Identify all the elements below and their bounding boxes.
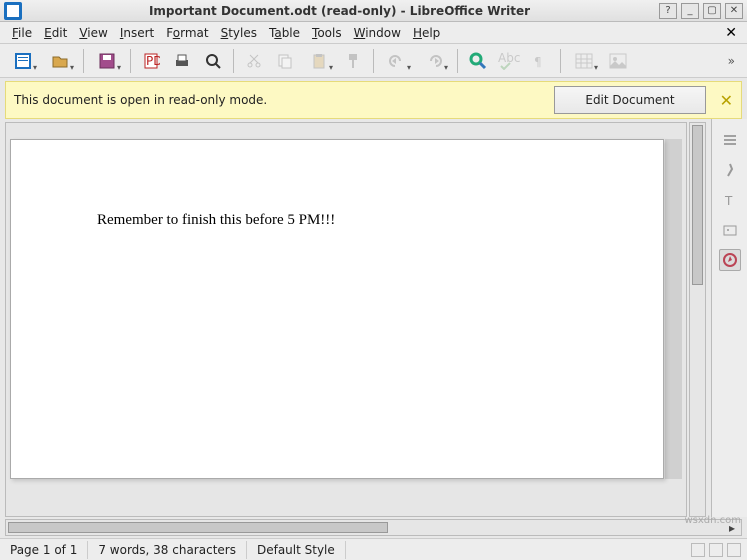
menu-view[interactable]: View — [73, 24, 113, 42]
print-preview-button[interactable] — [199, 47, 227, 75]
cut-button — [240, 47, 268, 75]
menu-help[interactable]: Help — [407, 24, 446, 42]
sidebar-text-icon[interactable]: T — [719, 189, 741, 211]
menu-edit[interactable]: Edit — [38, 24, 73, 42]
clone-formatting-button — [339, 47, 367, 75]
horizontal-scrollbar[interactable]: ▸ — [5, 519, 742, 536]
minimize-button[interactable]: _ — [681, 3, 699, 19]
insert-table-button — [567, 47, 601, 75]
workspace: Remember to finish this before 5 PM!!! T — [0, 119, 747, 517]
app-icon — [4, 2, 22, 20]
statusbar: Page 1 of 1 7 words, 38 characters Defau… — [0, 538, 747, 560]
close-document-button[interactable]: ✕ — [721, 25, 741, 41]
svg-text:PDF: PDF — [146, 54, 160, 68]
print-button[interactable] — [168, 47, 196, 75]
sidebar-properties-icon[interactable] — [719, 129, 741, 151]
toolbar-separator — [560, 49, 561, 73]
toolbar-separator — [83, 49, 84, 73]
svg-text:¶: ¶ — [534, 55, 542, 69]
save-button[interactable] — [90, 47, 124, 75]
undo-button — [380, 47, 414, 75]
vertical-scroll-thumb[interactable] — [692, 125, 703, 285]
paste-button — [302, 47, 336, 75]
redo-button — [417, 47, 451, 75]
menu-table[interactable]: Table — [263, 24, 306, 42]
menu-format[interactable]: Format — [160, 24, 214, 42]
infobar-close-button[interactable]: ✕ — [720, 91, 733, 110]
insert-image-button — [604, 47, 632, 75]
titlebar: Important Document.odt (read-only) - Lib… — [0, 0, 747, 22]
svg-text:T: T — [724, 194, 733, 208]
sidebar-gallery-icon[interactable] — [719, 219, 741, 241]
menu-styles[interactable]: Styles — [215, 24, 263, 42]
close-window-button[interactable]: ✕ — [725, 3, 743, 19]
maximize-button[interactable]: ▢ — [703, 3, 721, 19]
new-document-button[interactable] — [6, 47, 40, 75]
sidebar-panel: T — [711, 119, 747, 517]
toolbar-separator — [130, 49, 131, 73]
edit-document-button[interactable]: Edit Document — [554, 86, 705, 114]
horizontal-scroll-thumb[interactable] — [8, 522, 388, 533]
watermark: wsxdn.com — [684, 515, 741, 526]
menu-tools[interactable]: Tools — [306, 24, 348, 42]
toolbar-overflow-button[interactable]: » — [722, 54, 741, 68]
open-document-button[interactable] — [43, 47, 77, 75]
document-area[interactable]: Remember to finish this before 5 PM!!! — [5, 122, 687, 517]
page-shadow — [665, 139, 682, 479]
standard-toolbar: PDF Abc ¶ » — [0, 44, 747, 78]
find-replace-button[interactable] — [464, 47, 492, 75]
copy-button — [271, 47, 299, 75]
sidebar-styles-icon[interactable] — [719, 159, 741, 181]
window-title: Important Document.odt (read-only) - Lib… — [22, 4, 657, 18]
toolbar-separator — [233, 49, 234, 73]
toolbar-separator — [457, 49, 458, 73]
document-content: Remember to finish this before 5 PM!!! — [11, 140, 663, 229]
toolbar-separator — [373, 49, 374, 73]
menubar: File Edit View Insert Format Styles Tabl… — [0, 22, 747, 44]
document-page: Remember to finish this before 5 PM!!! — [10, 139, 664, 479]
vertical-scrollbar[interactable] — [689, 122, 706, 517]
sidebar-navigator-icon[interactable] — [719, 249, 741, 271]
formatting-marks-button: ¶ — [526, 47, 554, 75]
menu-window[interactable]: Window — [348, 24, 407, 42]
export-pdf-button[interactable]: PDF — [137, 47, 165, 75]
menu-file[interactable]: File — [6, 24, 38, 42]
help-button[interactable]: ? — [659, 3, 677, 19]
infobar-text: This document is open in read-only mode. — [14, 93, 554, 107]
readonly-infobar: This document is open in read-only mode.… — [5, 81, 742, 119]
spellcheck-button: Abc — [495, 47, 523, 75]
menu-insert[interactable]: Insert — [114, 24, 160, 42]
